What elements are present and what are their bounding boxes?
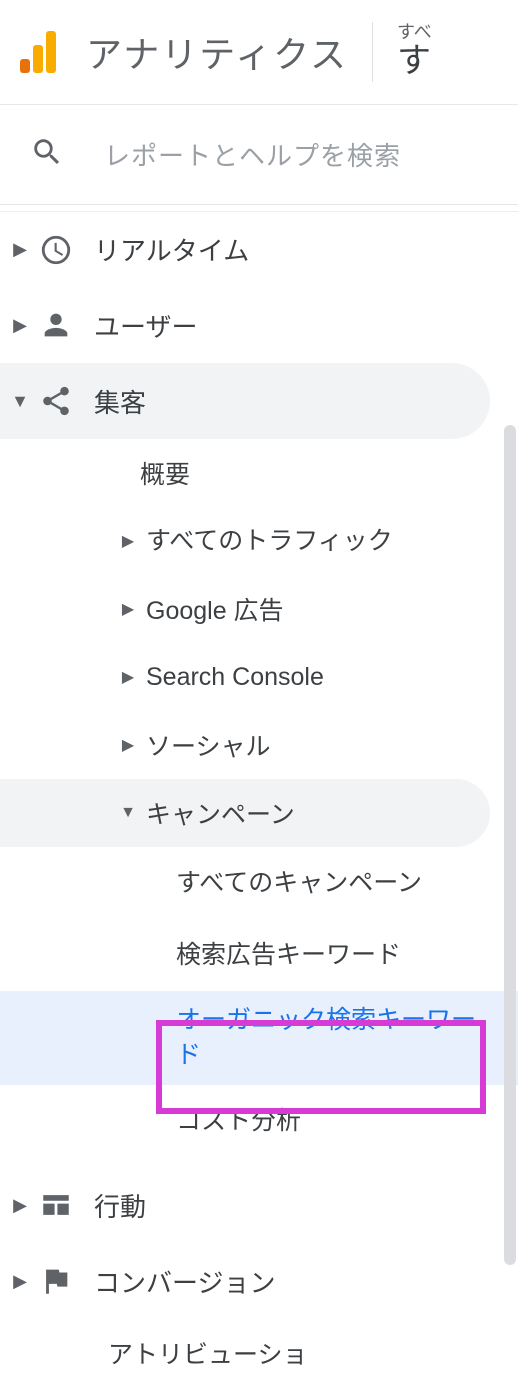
search-placeholder: レポートとヘルプを検索 bbox=[104, 136, 401, 173]
nav-label: コンバージョン bbox=[94, 1263, 275, 1300]
person-icon bbox=[36, 305, 76, 345]
nav-realtime[interactable]: ▶ リアルタイム bbox=[0, 211, 518, 287]
nav-label: リアルタイム bbox=[94, 231, 249, 268]
caret-right-icon: ▶ bbox=[10, 1271, 30, 1292]
sub-attribution[interactable]: アトリビューショ bbox=[0, 1319, 518, 1387]
caret-right-icon: ▶ bbox=[116, 667, 140, 687]
leaf-organic-keywords[interactable]: オーガニック検索キーワード bbox=[0, 991, 518, 1085]
sub-google-ads[interactable]: ▶ Google 広告 bbox=[0, 575, 518, 643]
sidebar-nav: ▶ リアルタイム ▶ ユーザー ▼ 集客 概要 ▶ すべてのトラフィック ▶ G… bbox=[0, 205, 518, 1387]
app-title: アナリティクス bbox=[86, 26, 348, 78]
nav-label: 行動 bbox=[94, 1187, 146, 1224]
nav-conversions[interactable]: ▶ コンバージョン bbox=[0, 1243, 518, 1319]
caret-right-icon: ▶ bbox=[116, 735, 140, 755]
caret-down-icon: ▼ bbox=[116, 804, 140, 822]
share-nodes-icon bbox=[36, 381, 76, 421]
search-bar[interactable]: レポートとヘルプを検索 bbox=[0, 105, 518, 205]
property-selector[interactable]: すべ す bbox=[397, 23, 432, 80]
caret-down-icon: ▼ bbox=[10, 391, 30, 412]
caret-right-icon: ▶ bbox=[10, 315, 30, 336]
search-icon bbox=[30, 135, 64, 174]
analytics-logo-icon bbox=[20, 31, 56, 73]
leaf-all-campaigns[interactable]: すべてのキャンペーン bbox=[0, 847, 518, 919]
layout-icon bbox=[36, 1185, 76, 1225]
caret-right-icon: ▶ bbox=[10, 239, 30, 260]
leaf-paid-keywords[interactable]: 検索広告キーワード bbox=[0, 919, 518, 991]
sub-campaigns[interactable]: ▼ キャンペーン bbox=[0, 779, 490, 847]
nav-label: 集客 bbox=[94, 383, 146, 420]
sub-search-console[interactable]: ▶ Search Console bbox=[0, 643, 518, 711]
sub-overview[interactable]: 概要 bbox=[0, 439, 518, 507]
nav-audience[interactable]: ▶ ユーザー bbox=[0, 287, 518, 363]
sub-social[interactable]: ▶ ソーシャル bbox=[0, 711, 518, 779]
caret-right-icon: ▶ bbox=[116, 531, 140, 551]
scrollbar[interactable] bbox=[504, 425, 516, 1265]
sub-all-traffic[interactable]: ▶ すべてのトラフィック bbox=[0, 507, 518, 575]
app-header: アナリティクス すべ す bbox=[0, 0, 518, 105]
caret-right-icon: ▶ bbox=[10, 1195, 30, 1216]
clock-icon bbox=[36, 230, 76, 270]
nav-label: ユーザー bbox=[94, 307, 197, 344]
caret-right-icon: ▶ bbox=[116, 599, 140, 619]
vertical-divider bbox=[372, 22, 373, 82]
flag-icon bbox=[36, 1261, 76, 1301]
nav-behavior[interactable]: ▶ 行動 bbox=[0, 1167, 518, 1243]
nav-acquisition[interactable]: ▼ 集客 bbox=[0, 363, 490, 439]
leaf-cost-analysis[interactable]: コスト分析 bbox=[0, 1085, 518, 1157]
